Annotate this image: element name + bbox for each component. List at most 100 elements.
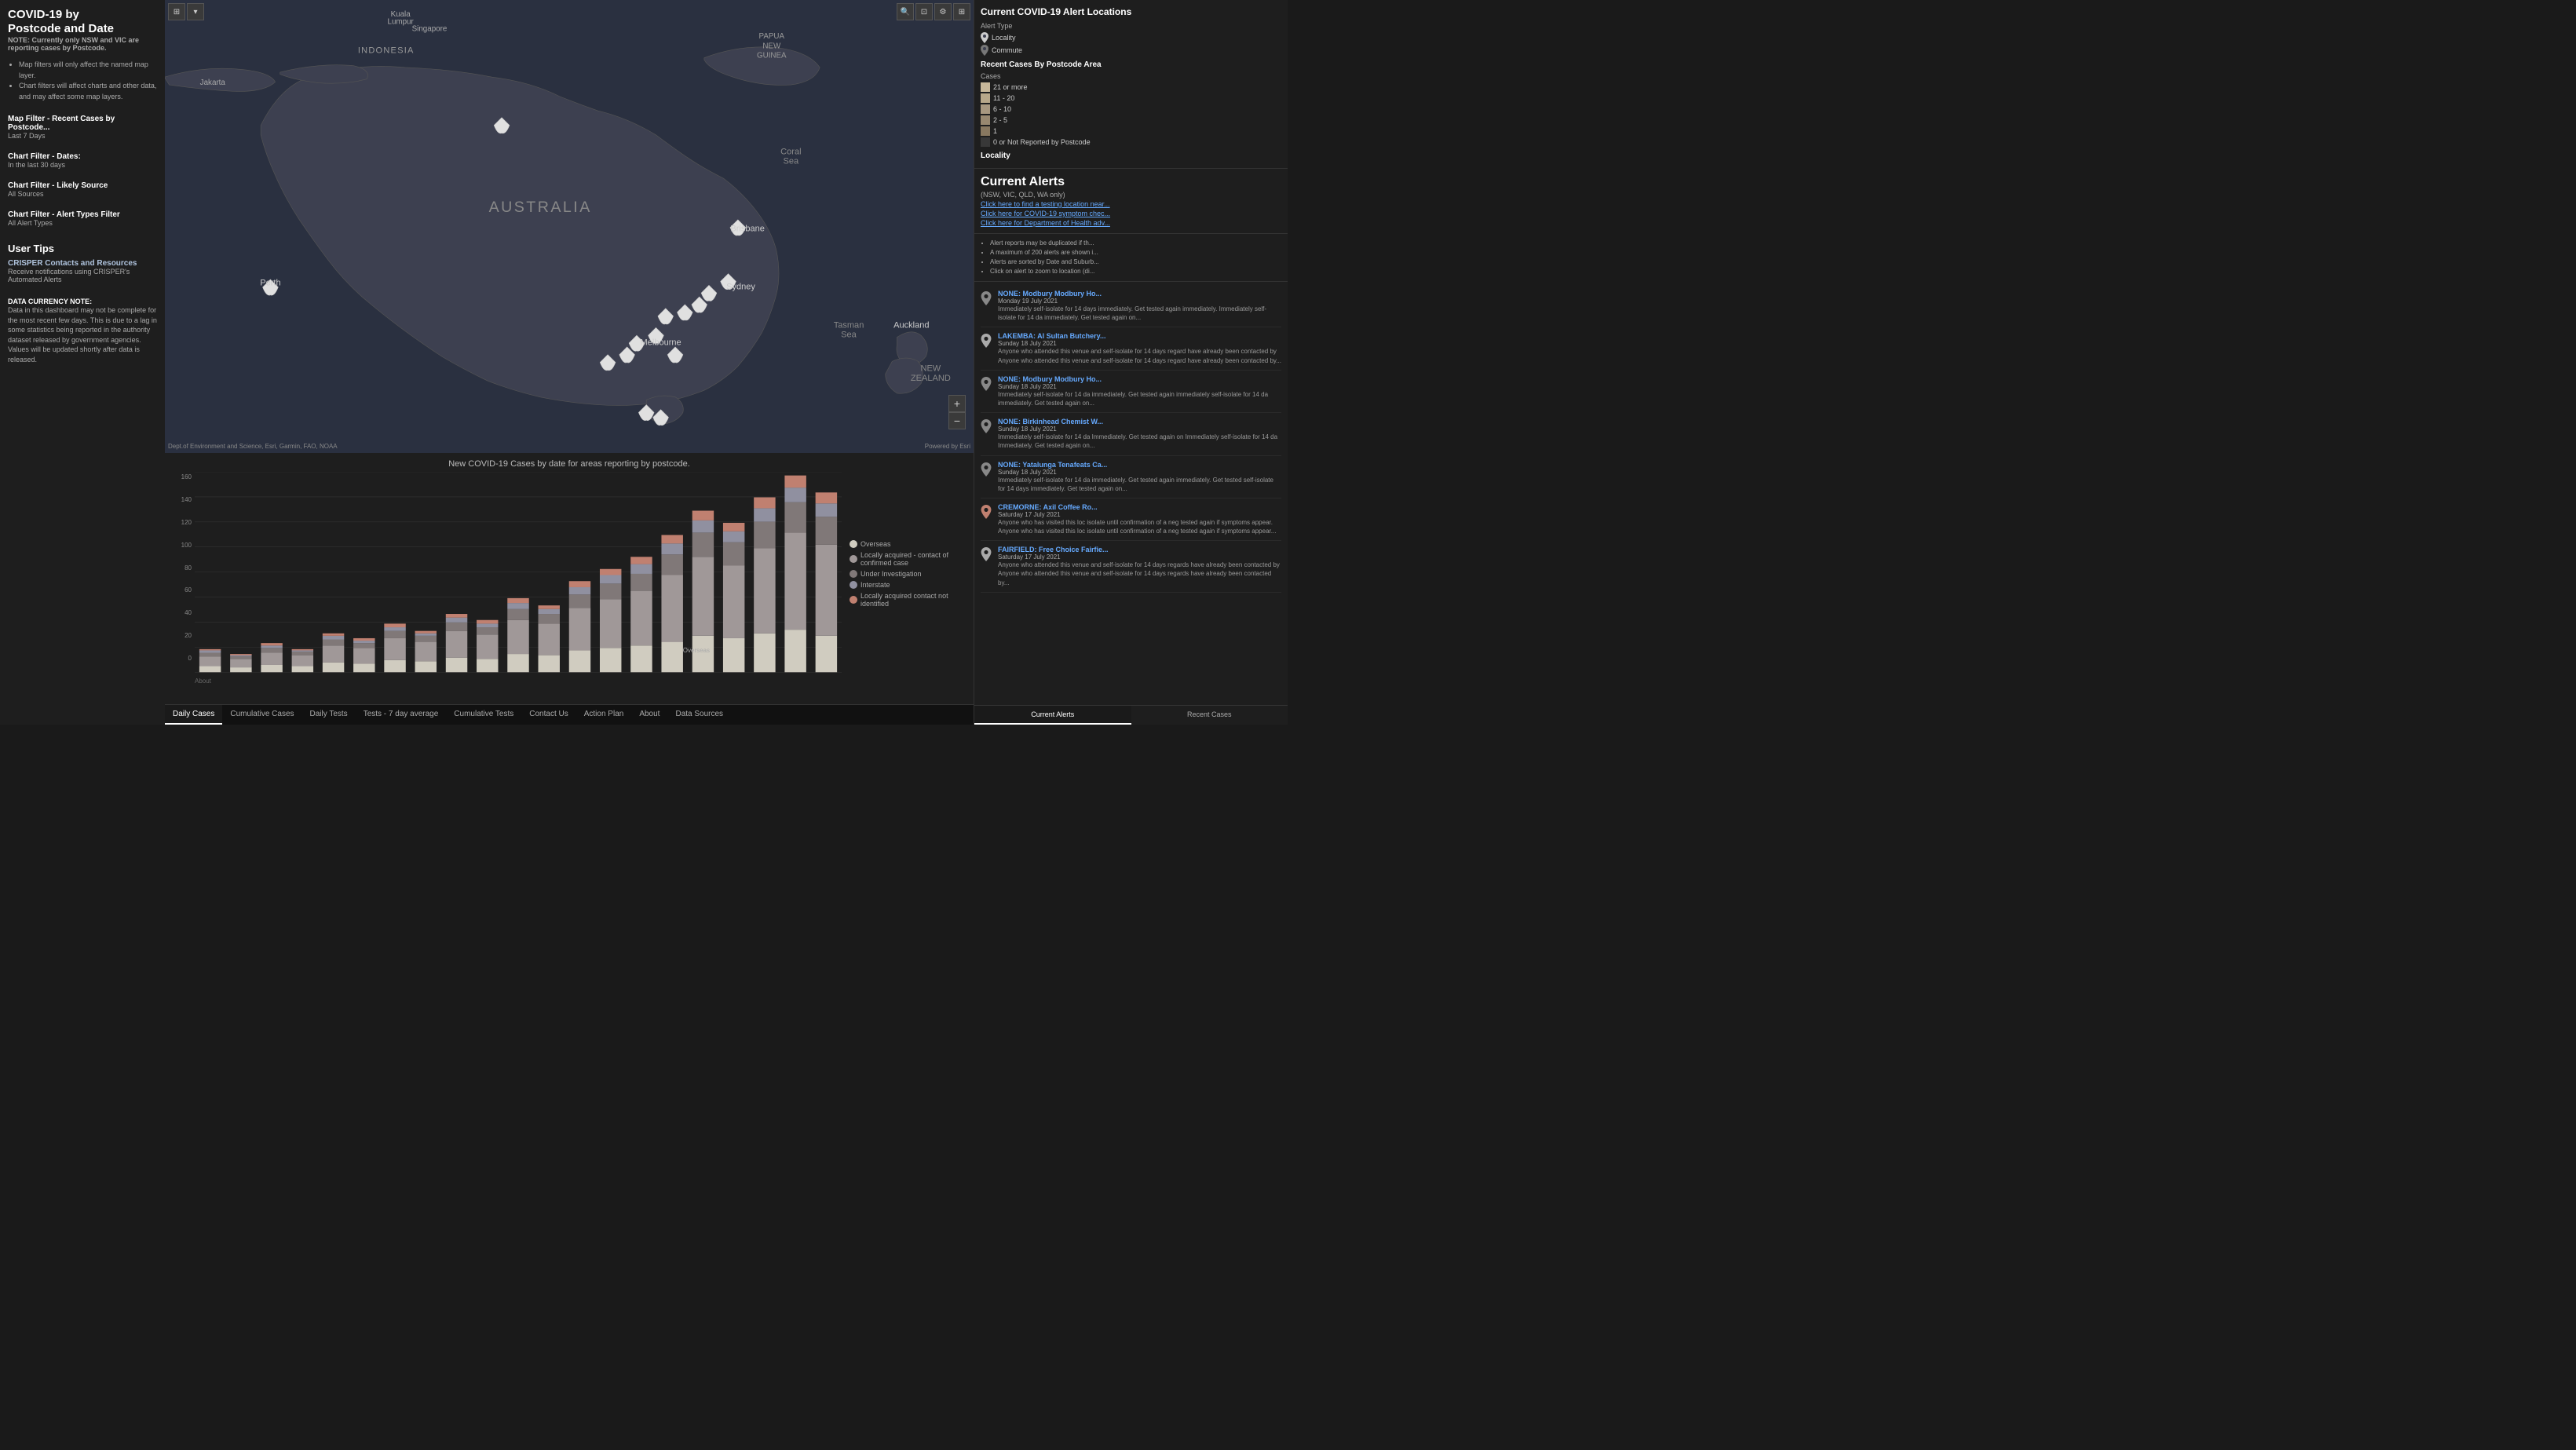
chart-bar[interactable] <box>723 531 744 542</box>
chart-bar[interactable] <box>569 594 590 608</box>
chart-bar[interactable] <box>630 574 652 591</box>
chart-bar[interactable] <box>446 623 467 631</box>
chart-bar[interactable] <box>292 667 313 673</box>
chart-bar[interactable] <box>692 636 714 672</box>
chart-bar[interactable] <box>692 532 714 557</box>
chart-bar[interactable] <box>600 575 621 584</box>
chart-bar[interactable] <box>261 643 282 645</box>
alert-entry[interactable]: NONE: Birkinhead Chemist W... Sunday 18 … <box>981 413 1281 455</box>
chart-bar[interactable] <box>292 649 313 651</box>
chart-bar[interactable] <box>816 503 837 517</box>
chart-bar[interactable] <box>816 492 837 503</box>
chart-bar[interactable] <box>199 649 221 651</box>
alert-entry[interactable]: FAIRFIELD: Free Choice Fairfie... Saturd… <box>981 541 1281 593</box>
alert-location-link[interactable]: FAIRFIELD: Free Choice Fairfie... <box>998 546 1109 553</box>
chart-bar[interactable] <box>723 638 744 672</box>
chart-bar[interactable] <box>539 623 560 655</box>
chart-bar[interactable] <box>692 520 714 532</box>
chart-bar[interactable] <box>261 653 282 665</box>
chart-bar[interactable] <box>754 497 775 508</box>
chart-bar[interactable] <box>539 656 560 673</box>
map-settings-btn[interactable]: ⚙ <box>934 3 952 20</box>
chart-bar[interactable] <box>415 631 437 634</box>
chart-bar[interactable] <box>446 614 467 618</box>
chart-bar[interactable] <box>261 665 282 672</box>
chart-bar[interactable] <box>692 557 714 636</box>
chart-bar[interactable] <box>446 631 467 658</box>
alert-location-link[interactable]: NONE: Modbury Modbury Ho... <box>998 290 1102 298</box>
chart-bar[interactable] <box>323 663 344 672</box>
chart-bar[interactable] <box>353 648 375 663</box>
zoom-out-button[interactable]: − <box>948 412 966 429</box>
chart-bar[interactable] <box>446 658 467 673</box>
chart-bar[interactable] <box>539 614 560 623</box>
chart-bar[interactable] <box>384 631 405 638</box>
alert-link[interactable]: Click here to find a testing location ne… <box>981 200 1281 208</box>
chart-bar[interactable] <box>539 605 560 609</box>
alert-entry[interactable]: NONE: Modbury Modbury Ho... Monday 19 Ju… <box>981 285 1281 327</box>
chart-filter-alert[interactable]: Chart Filter - Alert Types Filter All Al… <box>8 210 157 227</box>
chart-bar[interactable] <box>353 643 375 648</box>
alert-link[interactable]: Click here for Department of Health adv.… <box>981 219 1281 227</box>
chart-bar[interactable] <box>661 642 682 673</box>
bottom-tab-tests---7-day-average[interactable]: Tests - 7 day average <box>356 705 447 725</box>
bottom-tab-action-plan[interactable]: Action Plan <box>576 705 632 725</box>
chart-bar[interactable] <box>754 634 775 673</box>
chart-bar[interactable] <box>292 652 313 656</box>
map-tool-grid[interactable]: ⊞ <box>168 3 185 20</box>
bottom-tab-daily-cases[interactable]: Daily Cases <box>165 705 222 725</box>
alert-entry[interactable]: LAKEMBA: Al Sultan Butchery... Sunday 18… <box>981 327 1281 370</box>
chart-bar[interactable] <box>477 634 498 659</box>
chart-bar[interactable] <box>630 591 652 646</box>
chart-bar[interactable] <box>661 535 682 543</box>
chart-bar[interactable] <box>784 532 806 630</box>
bottom-tab-contact-us[interactable]: Contact Us <box>521 705 575 725</box>
chart-bar[interactable] <box>600 583 621 599</box>
map-container[interactable]: ⊞ ▾ 🔍 ⊡ ⚙ ⊞ <box>165 0 974 453</box>
chart-bar[interactable] <box>692 511 714 520</box>
chart-bar[interactable] <box>230 656 251 657</box>
chart-bar[interactable] <box>600 648 621 672</box>
chart-bar[interactable] <box>507 603 528 609</box>
chart-bar[interactable] <box>261 648 282 652</box>
chart-bar[interactable] <box>784 488 806 502</box>
chart-bar[interactable] <box>630 645 652 672</box>
chart-bar[interactable] <box>507 598 528 603</box>
alert-location-link[interactable]: CREMORNE: Axil Coffee Ro... <box>998 503 1098 511</box>
chart-filter-source[interactable]: Chart Filter - Likely Source All Sources <box>8 181 157 198</box>
chart-bar[interactable] <box>477 659 498 672</box>
chart-bar[interactable] <box>723 523 744 531</box>
bottom-tab-data-sources[interactable]: Data Sources <box>667 705 731 725</box>
bottom-tab-daily-tests[interactable]: Daily Tests <box>302 705 356 725</box>
alert-location-link[interactable]: NONE: Birkinhead Chemist W... <box>998 418 1103 426</box>
bottom-tab-cumulative-tests[interactable]: Cumulative Tests <box>446 705 521 725</box>
chart-bar[interactable] <box>415 661 437 672</box>
chart-bar[interactable] <box>816 545 837 636</box>
chart-bar[interactable] <box>199 653 221 657</box>
zoom-in-button[interactable]: + <box>948 395 966 412</box>
chart-bar[interactable] <box>754 548 775 633</box>
chart-bar[interactable] <box>292 656 313 667</box>
alert-entry[interactable]: CREMORNE: Axil Coffee Ro... Saturday 17 … <box>981 499 1281 541</box>
right-tab-recent-cases[interactable]: Recent Cases <box>1131 706 1288 725</box>
bottom-tab-cumulative-cases[interactable]: Cumulative Cases <box>222 705 301 725</box>
chart-bar[interactable] <box>261 645 282 648</box>
chart-bar[interactable] <box>477 623 498 627</box>
chart-bar[interactable] <box>477 627 498 634</box>
chart-bar[interactable] <box>292 650 313 652</box>
chart-bar[interactable] <box>784 476 806 488</box>
chart-bar[interactable] <box>353 641 375 643</box>
chart-bar[interactable] <box>230 656 251 659</box>
alert-link[interactable]: Click here for COVID-19 symptom chec... <box>981 210 1281 217</box>
chart-bar[interactable] <box>384 627 405 631</box>
chart-bar[interactable] <box>353 638 375 641</box>
chart-bar[interactable] <box>415 642 437 662</box>
chart-bar[interactable] <box>415 636 437 642</box>
chart-bar[interactable] <box>661 543 682 554</box>
chart-bar[interactable] <box>816 636 837 672</box>
map-tool-dropdown[interactable]: ▾ <box>187 3 204 20</box>
chart-bar[interactable] <box>507 620 528 654</box>
chart-filter-dates[interactable]: Chart Filter - Dates: In the last 30 day… <box>8 152 157 169</box>
chart-bar[interactable] <box>569 650 590 672</box>
right-tab-current-alerts[interactable]: Current Alerts <box>974 706 1131 725</box>
